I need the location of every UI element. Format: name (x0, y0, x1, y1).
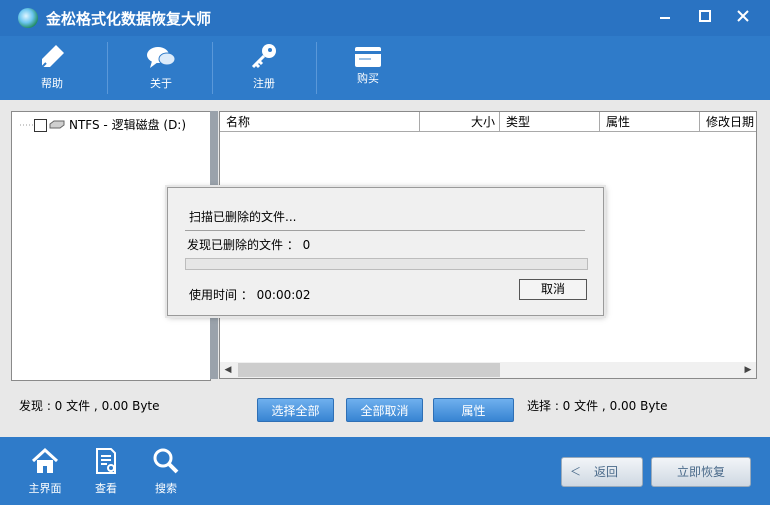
buy-label: 购买 (357, 72, 379, 85)
help-button[interactable]: 帮助 (0, 36, 104, 100)
scan-dialog: 扫描已删除的文件... 发现已删除的文件 ： 0 使用时间 ： 00:00:02… (167, 187, 604, 316)
column-header-name[interactable]: 名称 (220, 112, 420, 132)
close-icon[interactable] (730, 4, 756, 28)
column-header-attributes[interactable]: 属性 (600, 112, 700, 132)
app-title: 金松格式化数据恢复大师 (46, 10, 212, 28)
dialog-divider (185, 230, 585, 231)
back-label: 返回 (594, 465, 619, 479)
scrollbar-thumb[interactable] (238, 363, 500, 377)
properties-button[interactable]: 属性 (433, 398, 514, 422)
toolbar-divider (107, 42, 108, 94)
about-button[interactable]: 关于 (109, 36, 213, 100)
back-arrow-icon: ＜ (570, 465, 581, 478)
pen-help-icon (41, 45, 64, 68)
toolbar: 帮助 关于 注册 购买 (0, 36, 770, 100)
search-icon (153, 448, 179, 474)
app-logo-icon (18, 8, 38, 28)
scanning-status: 扫描已删除的文件... (189, 210, 297, 224)
search-nav[interactable]: 搜索 (136, 437, 196, 505)
minimize-icon[interactable] (652, 4, 678, 28)
found-summary: 发现 : 0 文件 , 0.00 Byte (19, 399, 160, 413)
view-label: 查看 (95, 482, 117, 495)
horizontal-scrollbar[interactable]: ◀ ▶ (220, 362, 756, 378)
column-header-type[interactable]: 类型 (500, 112, 600, 132)
cancel-scan-button[interactable]: 取消 (519, 279, 587, 300)
maximize-icon[interactable] (692, 4, 718, 28)
about-label: 关于 (150, 77, 172, 90)
register-label: 注册 (253, 77, 275, 90)
register-button[interactable]: 注册 (212, 36, 316, 100)
select-all-button[interactable]: 选择全部 (257, 398, 334, 422)
selected-summary: 选择 : 0 文件 , 0.00 Byte (527, 399, 668, 413)
document-icon (96, 448, 116, 474)
chat-bubbles-icon (147, 47, 176, 68)
drive-label[interactable]: NTFS - 逻辑磁盘 (D:) (69, 116, 186, 133)
home-label: 主界面 (28, 482, 62, 495)
key-icon (251, 44, 276, 69)
drive-checkbox[interactable] (34, 119, 47, 132)
scroll-left-icon[interactable]: ◀ (220, 362, 236, 378)
found-deleted-count: 发现已删除的文件 ： 0 (187, 238, 311, 252)
help-label: 帮助 (41, 77, 63, 90)
scan-progress-bar (185, 258, 588, 270)
back-button[interactable]: ＜ 返回 (561, 457, 643, 487)
home-nav[interactable]: 主界面 (15, 437, 75, 505)
deselect-all-button[interactable]: 全部取消 (346, 398, 423, 422)
elapsed-time: 使用时间 ： 00:00:02 (189, 288, 311, 302)
view-nav[interactable]: 查看 (76, 437, 136, 505)
scroll-right-icon[interactable]: ▶ (740, 362, 756, 378)
column-header-size[interactable]: 大小 (420, 112, 500, 132)
home-icon (31, 447, 59, 473)
search-label: 搜索 (155, 482, 177, 495)
card-icon (355, 47, 381, 67)
drive-icon (49, 120, 65, 129)
recover-now-button[interactable]: 立即恢复 (651, 457, 751, 487)
buy-button[interactable]: 购买 (316, 36, 420, 100)
column-header-modified[interactable]: 修改日期 (700, 112, 756, 132)
